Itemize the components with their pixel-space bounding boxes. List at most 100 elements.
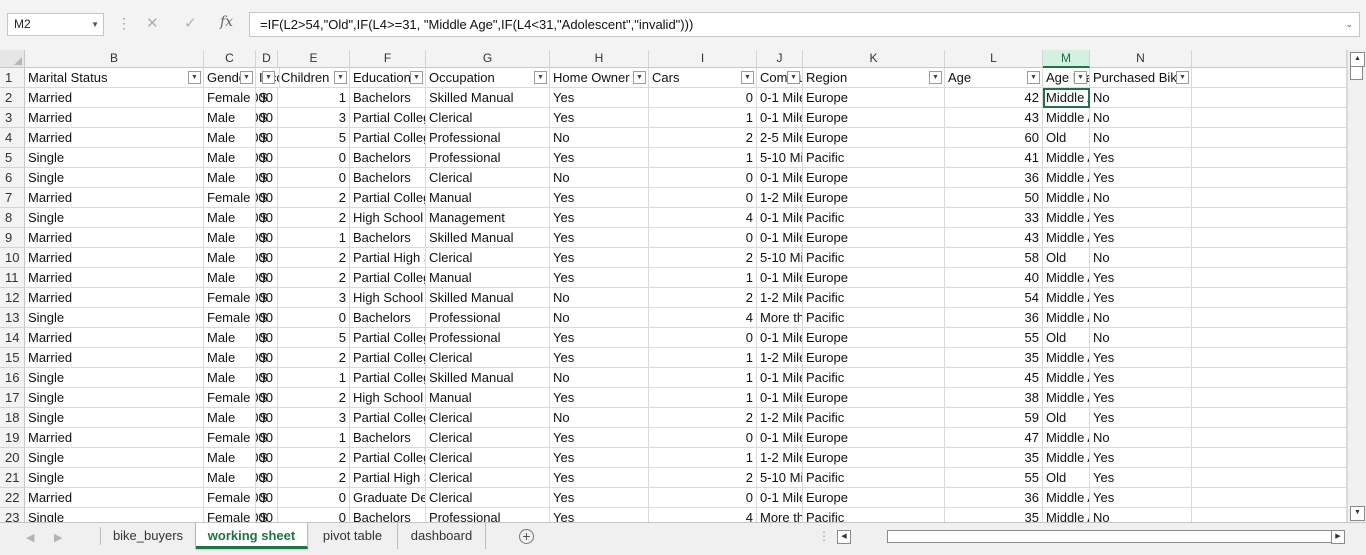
- data-cell[interactable]: Middle Age: [1043, 88, 1090, 108]
- data-cell[interactable]: No: [1090, 128, 1192, 148]
- data-cell[interactable]: Europe: [803, 268, 945, 288]
- data-cell[interactable]: Male: [204, 148, 256, 168]
- data-cell[interactable]: Married: [25, 288, 204, 308]
- data-cell[interactable]: 50: [945, 188, 1043, 208]
- data-cell[interactable]: Yes: [1090, 468, 1192, 488]
- data-cell[interactable]: 1-2 Miles: [757, 408, 803, 428]
- data-cell[interactable]: Europe: [803, 108, 945, 128]
- income-cell[interactable]: $30,000: [256, 408, 278, 428]
- data-cell[interactable]: Pacific: [803, 368, 945, 388]
- column-header-i[interactable]: I: [649, 50, 757, 68]
- filter-dropdown-icon[interactable]: ▼: [262, 71, 275, 84]
- empty-cell[interactable]: [1192, 508, 1347, 522]
- data-cell[interactable]: 42: [945, 88, 1043, 108]
- data-cell[interactable]: Yes: [1090, 368, 1192, 388]
- data-cell[interactable]: 2: [278, 188, 350, 208]
- filter-dropdown-icon[interactable]: ▼: [1074, 71, 1087, 84]
- data-cell[interactable]: Yes: [1090, 488, 1192, 508]
- column-header-j[interactable]: J: [757, 50, 803, 68]
- column-header-m[interactable]: M: [1043, 50, 1090, 68]
- data-cell[interactable]: Bachelors: [350, 428, 426, 448]
- data-cell[interactable]: Male: [204, 328, 256, 348]
- data-cell[interactable]: 2: [278, 208, 350, 228]
- filter-dropdown-icon[interactable]: ▼: [240, 71, 253, 84]
- data-cell[interactable]: Female: [204, 288, 256, 308]
- filter-dropdown-icon[interactable]: ▼: [633, 71, 646, 84]
- income-cell[interactable]: $20,000: [256, 248, 278, 268]
- data-cell[interactable]: 0-1 Miles: [757, 368, 803, 388]
- income-cell[interactable]: $30,000: [256, 428, 278, 448]
- income-cell[interactable]: $10,000: [256, 388, 278, 408]
- data-cell[interactable]: Male: [204, 248, 256, 268]
- income-cell[interactable]: $40,000: [256, 228, 278, 248]
- data-cell[interactable]: Single: [25, 388, 204, 408]
- income-cell[interactable]: $120,000: [256, 268, 278, 288]
- data-cell[interactable]: 55: [945, 328, 1043, 348]
- column-header-h[interactable]: H: [550, 50, 649, 68]
- data-cell[interactable]: Partial College: [350, 128, 426, 148]
- empty-cell[interactable]: [1192, 348, 1347, 368]
- data-cell[interactable]: Clerical: [426, 108, 550, 128]
- data-cell[interactable]: 0: [649, 188, 757, 208]
- data-cell[interactable]: Clerical: [426, 348, 550, 368]
- data-cell[interactable]: 4: [649, 308, 757, 328]
- empty-cell[interactable]: [1192, 228, 1347, 248]
- data-cell[interactable]: Yes: [1090, 268, 1192, 288]
- data-cell[interactable]: Male: [204, 268, 256, 288]
- data-cell[interactable]: 0: [278, 308, 350, 328]
- data-cell[interactable]: Yes: [550, 448, 649, 468]
- filter-dropdown-icon[interactable]: ▼: [188, 71, 201, 84]
- data-cell[interactable]: Yes: [550, 508, 649, 522]
- income-cell[interactable]: $90,000: [256, 308, 278, 328]
- data-cell[interactable]: Clerical: [426, 448, 550, 468]
- data-cell[interactable]: Yes: [550, 88, 649, 108]
- add-sheet-icon[interactable]: +: [519, 529, 534, 544]
- data-cell[interactable]: 0-1 Miles: [757, 268, 803, 288]
- column-header-f[interactable]: F: [350, 50, 426, 68]
- row-header[interactable]: 21: [0, 468, 25, 488]
- data-cell[interactable]: 2: [649, 248, 757, 268]
- row-header[interactable]: 19: [0, 428, 25, 448]
- column-header-e[interactable]: E: [278, 50, 350, 68]
- data-cell[interactable]: Male: [204, 408, 256, 428]
- data-cell[interactable]: Married: [25, 348, 204, 368]
- data-cell[interactable]: 38: [945, 388, 1043, 408]
- header-cell[interactable]: Region: [803, 68, 945, 88]
- data-cell[interactable]: Europe: [803, 348, 945, 368]
- data-cell[interactable]: Clerical: [426, 168, 550, 188]
- empty-cell[interactable]: [1192, 328, 1347, 348]
- data-cell[interactable]: 2: [278, 468, 350, 488]
- data-cell[interactable]: 45: [945, 368, 1043, 388]
- data-cell[interactable]: Yes: [1090, 288, 1192, 308]
- data-cell[interactable]: No: [550, 288, 649, 308]
- chevron-down-icon[interactable]: ▼: [91, 14, 99, 35]
- data-cell[interactable]: 0: [278, 148, 350, 168]
- row-header[interactable]: 13: [0, 308, 25, 328]
- data-cell[interactable]: Male: [204, 108, 256, 128]
- tab-bike-buyers[interactable]: bike_buyers: [101, 523, 196, 549]
- row-header[interactable]: 11: [0, 268, 25, 288]
- data-cell[interactable]: 36: [945, 488, 1043, 508]
- data-cell[interactable]: Europe: [803, 328, 945, 348]
- empty-cell[interactable]: [1192, 388, 1347, 408]
- data-cell[interactable]: 1-2 Miles: [757, 448, 803, 468]
- data-cell[interactable]: Middle Age: [1043, 268, 1090, 288]
- row-header[interactable]: 2: [0, 88, 25, 108]
- vertical-scroll-thumb[interactable]: [1350, 66, 1363, 80]
- data-cell[interactable]: Male: [204, 368, 256, 388]
- empty-cell[interactable]: [1192, 448, 1347, 468]
- data-cell[interactable]: 35: [945, 448, 1043, 468]
- data-cell[interactable]: 0: [278, 488, 350, 508]
- data-cell[interactable]: More than 10 miles: [757, 308, 803, 328]
- data-cell[interactable]: Partial High School: [350, 468, 426, 488]
- data-cell[interactable]: No: [1090, 428, 1192, 448]
- row-header[interactable]: 6: [0, 168, 25, 188]
- data-cell[interactable]: Skilled Manual: [426, 368, 550, 388]
- data-cell[interactable]: Yes: [550, 388, 649, 408]
- filter-dropdown-icon[interactable]: ▼: [410, 71, 423, 84]
- data-cell[interactable]: 0-1 Miles: [757, 208, 803, 228]
- row-header[interactable]: 9: [0, 228, 25, 248]
- tab-dashboard[interactable]: dashboard: [398, 523, 486, 549]
- data-cell[interactable]: Married: [25, 488, 204, 508]
- data-cell[interactable]: Professional: [426, 308, 550, 328]
